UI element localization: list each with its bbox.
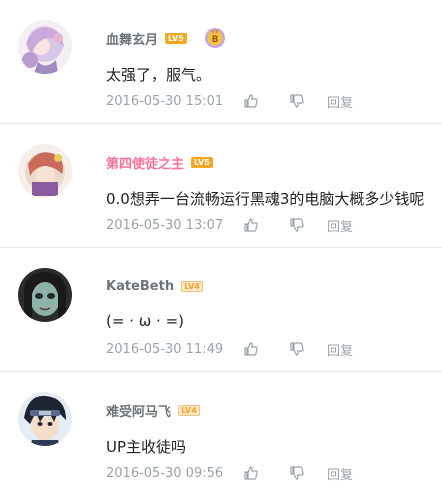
username[interactable]: 第四使徒之主 bbox=[106, 153, 184, 172]
level-badge: LV4 bbox=[181, 280, 203, 292]
comment-text: 0.0想弄一台流畅运行黑魂3的电脑大概多少钱呢 bbox=[106, 190, 425, 208]
comment-item: KateBeth LV4 (= · ω · =) 2016-05-30 11:4… bbox=[0, 248, 442, 372]
avatar-image bbox=[18, 144, 72, 198]
avatar[interactable] bbox=[18, 392, 72, 446]
comment-time: 2016-05-30 15:01 bbox=[106, 93, 224, 109]
reply-button[interactable]: 回复 bbox=[327, 464, 353, 483]
comment-item: 第四使徒之主 LV5 0.0想弄一台流畅运行黑魂3的电脑大概多少钱呢 2016-… bbox=[0, 124, 442, 248]
thumbs-up-icon[interactable] bbox=[241, 340, 261, 358]
comment-time: 2016-05-30 09:56 bbox=[106, 465, 224, 481]
avatar[interactable] bbox=[18, 20, 72, 74]
medal-letter: B bbox=[211, 35, 218, 45]
thumbs-up-icon[interactable] bbox=[241, 216, 261, 234]
comment-text: 太强了，服气。 bbox=[106, 66, 212, 84]
avatar[interactable] bbox=[18, 268, 72, 322]
username[interactable]: 难受阿马飞 bbox=[106, 401, 171, 420]
comment-text: (= · ω · =) bbox=[106, 312, 185, 330]
username[interactable]: 血舞玄月 bbox=[106, 29, 158, 48]
reply-button[interactable]: 回复 bbox=[327, 216, 353, 235]
thumbs-down-icon[interactable] bbox=[287, 464, 307, 482]
comment-list: 血舞玄月 LV5 B 太强了，服气。 2016-05-30 15:01 回复 第… bbox=[0, 0, 442, 496]
thumbs-up-icon[interactable] bbox=[241, 92, 261, 110]
reply-button[interactable]: 回复 bbox=[327, 340, 353, 359]
username[interactable]: KateBeth bbox=[106, 279, 174, 294]
level-badge: LV5 bbox=[165, 32, 187, 44]
thumbs-down-icon[interactable] bbox=[287, 92, 307, 110]
level-badge: LV5 bbox=[191, 156, 213, 168]
medal-icon: B bbox=[204, 27, 226, 49]
avatar[interactable] bbox=[18, 144, 72, 198]
thumbs-down-icon[interactable] bbox=[287, 216, 307, 234]
comment-item: 难受阿马飞 LV4 UP主收徒吗 2016-05-30 09:56 回复 bbox=[0, 372, 442, 496]
comment-item: 血舞玄月 LV5 B 太强了，服气。 2016-05-30 15:01 回复 bbox=[0, 0, 442, 124]
avatar-image bbox=[18, 20, 72, 74]
avatar-image bbox=[18, 268, 72, 322]
comment-text: UP主收徒吗 bbox=[106, 438, 187, 456]
thumbs-down-icon[interactable] bbox=[287, 340, 307, 358]
level-badge: LV4 bbox=[178, 404, 200, 416]
avatar-image bbox=[18, 392, 72, 446]
reply-button[interactable]: 回复 bbox=[327, 92, 353, 111]
comment-time: 2016-05-30 11:49 bbox=[106, 341, 224, 357]
comment-time: 2016-05-30 13:07 bbox=[106, 217, 224, 233]
thumbs-up-icon[interactable] bbox=[241, 464, 261, 482]
